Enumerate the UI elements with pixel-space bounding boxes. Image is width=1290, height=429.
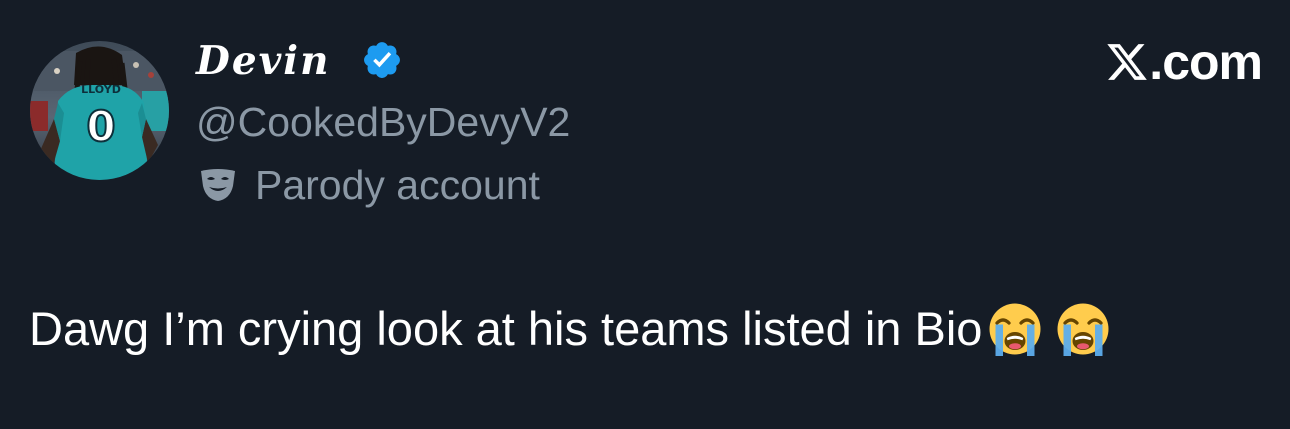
post-card: LLOYD 0 Devin @CookedByDevyV2 Parody acc… [0, 0, 1290, 429]
avatar-jersey-name: LLOYD [81, 83, 121, 96]
author-display-name[interactable]: Devin [196, 38, 330, 84]
avatar-image: LLOYD 0 [30, 41, 169, 180]
site-logo: .com [1105, 34, 1263, 90]
site-domain-label: .com [1149, 34, 1263, 90]
post-text: Dawg I’m crying look at his teams listed… [29, 302, 983, 355]
avatar-jersey-number: 0 [86, 102, 115, 151]
x-logo-icon [1107, 44, 1148, 80]
loudly-crying-face-icon [989, 303, 1041, 356]
post-body: Dawg I’m crying look at his teams listed… [29, 301, 1110, 357]
parody-mask-icon [201, 169, 235, 201]
avatar[interactable]: LLOYD 0 [30, 41, 169, 180]
parody-account-label: Parody account [255, 162, 540, 208]
loudly-crying-face-icon [1057, 303, 1109, 356]
author-handle[interactable]: @CookedByDevyV2 [196, 98, 570, 146]
verified-badge-icon [364, 42, 400, 78]
